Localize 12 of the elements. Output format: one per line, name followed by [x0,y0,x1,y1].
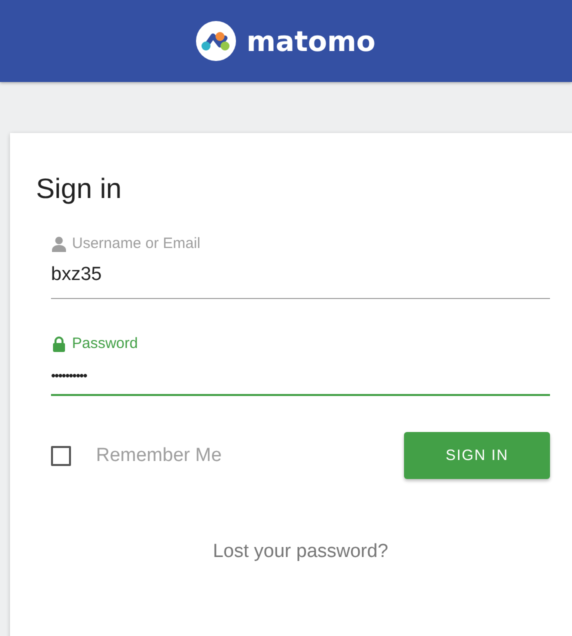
form-title: Sign in [36,173,122,205]
field-label: Username or Email [72,235,200,252]
remember-label: Remember Me [96,444,223,466]
field-label: Password [72,335,138,352]
logo-text: matomo [246,24,376,58]
lost-password-link[interactable]: Lost your password? [212,541,388,562]
user-icon [51,236,67,252]
password-field[interactable]: •••••••••• [51,364,550,396]
username-field[interactable]: bxz35 [51,264,550,299]
lock-icon [51,336,67,352]
logo-icon [196,21,236,61]
remember-checkbox[interactable] [51,446,71,466]
